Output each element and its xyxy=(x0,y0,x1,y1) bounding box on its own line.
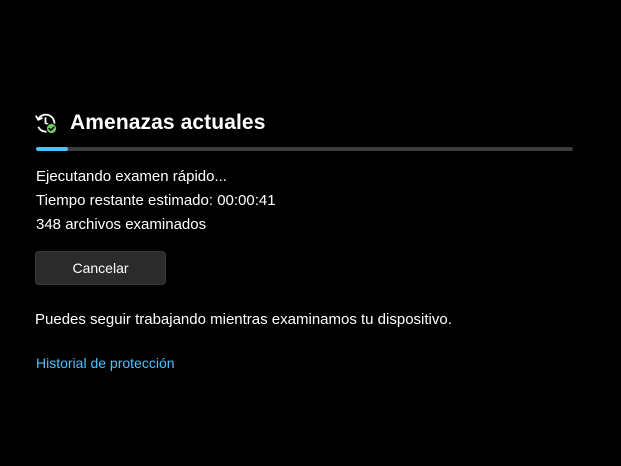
scan-time-remaining: Tiempo restante estimado: 00:00:41 xyxy=(36,192,276,209)
scan-progress-fill xyxy=(36,147,69,151)
cancel-button[interactable]: Cancelar xyxy=(35,251,166,285)
info-text: Puedes seguir trabajando mientras examin… xyxy=(35,311,452,328)
scan-status: Ejecutando examen rápido... Tiempo resta… xyxy=(36,165,276,237)
protection-history-link[interactable]: Historial de protección xyxy=(36,355,175,371)
scan-files-count: 348 archivos examinados xyxy=(36,216,207,233)
section-header: Amenazas actuales xyxy=(34,111,265,135)
refresh-clock-check-icon xyxy=(34,111,58,135)
scan-progress-bar xyxy=(36,147,573,151)
page-title: Amenazas actuales xyxy=(70,111,266,134)
scan-status-text: Ejecutando examen rápido... xyxy=(36,168,227,185)
